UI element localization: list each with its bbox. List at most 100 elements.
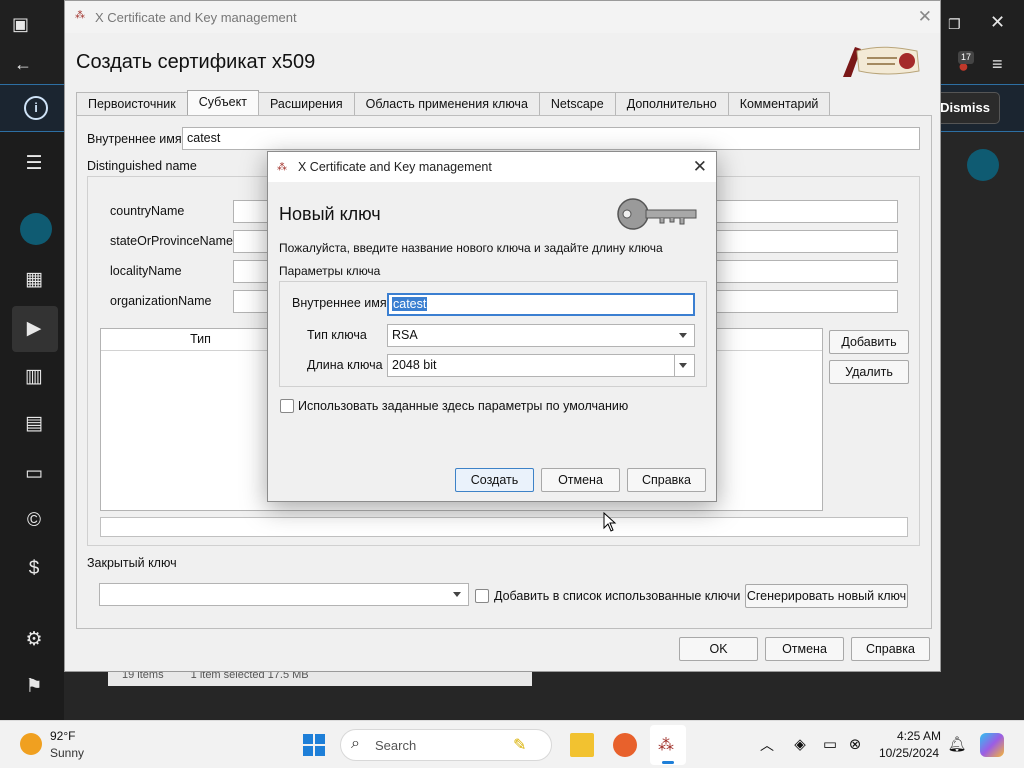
use-defaults-checkbox[interactable] (280, 399, 294, 413)
locality-name-label: localityName (110, 264, 182, 278)
private-key-select[interactable] (99, 583, 469, 606)
ok-button[interactable]: OK (679, 637, 758, 661)
tab-extensions[interactable]: Расширения (257, 92, 355, 116)
app-logo-icon: ⁂ (75, 10, 85, 21)
network-icon[interactable]: ◈ (788, 733, 812, 757)
display-icon[interactable]: ▭ (818, 733, 842, 757)
modal-internal-name-label: Внутреннее имя (292, 296, 387, 310)
chevron-down-icon (679, 333, 687, 338)
notification-bell-icon[interactable]: 🔔︎ (945, 733, 969, 757)
copyright-icon[interactable]: © (22, 509, 46, 533)
state-name-label: stateOrProvinceName (110, 234, 233, 248)
close-icon[interactable]: ✕ (918, 7, 932, 27)
modal-cancel-button[interactable]: Отмена (541, 468, 620, 492)
modal-description: Пожалуйста, введите название нового ключ… (279, 241, 663, 255)
key-type-label: Тип ключа (307, 328, 367, 342)
tab-bar: Первоисточник Субъект Расширения Область… (76, 90, 831, 116)
tab-netscape[interactable]: Netscape (538, 92, 616, 116)
copilot-icon[interactable] (980, 733, 1004, 757)
menu-icon[interactable]: ≡ (992, 54, 1003, 74)
right-circle-button[interactable] (967, 149, 999, 181)
subtitles-icon[interactable]: ▭ (22, 462, 46, 486)
xca-taskbar-button[interactable]: ⁂ (650, 725, 686, 765)
file-explorer-icon[interactable] (570, 733, 594, 757)
window-title: X Certificate and Key management (95, 10, 297, 25)
add-to-used-keys-label: Добавить в список использованные ключи (494, 589, 741, 603)
xca-app-icon: ⁂ (658, 737, 674, 754)
modal-window-title: X Certificate and Key management (298, 160, 492, 174)
title-bar: ⁂ X Certificate and Key management ✕ (65, 1, 940, 33)
close-icon[interactable]: ✕ (693, 157, 707, 177)
add-button[interactable]: Добавить (829, 330, 909, 354)
weather-description[interactable]: Sunny (50, 746, 84, 760)
restore-window-icon[interactable]: ❐ (948, 14, 961, 34)
generate-key-button[interactable]: Сгенерировать новый ключ (745, 584, 908, 608)
internal-name-label: Внутреннее имя (87, 132, 182, 146)
xca-logo-icon (843, 46, 920, 77)
info-icon: i (24, 96, 48, 120)
distinguished-name-label: Distinguished name (87, 159, 197, 173)
selected-text: catest (392, 297, 428, 311)
hamburger-icon[interactable]: ☰ (22, 152, 46, 176)
mouse-cursor-icon (603, 512, 617, 532)
key-icon (617, 198, 697, 230)
settings-icon[interactable]: ⚙ (22, 628, 46, 652)
volume-icon[interactable]: ⊗ (843, 733, 867, 757)
taskbar-search-box[interactable]: ⌕ Search ✎ (340, 729, 552, 761)
page-title: Создать сертификат x509 (76, 51, 316, 73)
tab-subject[interactable]: Субъект (186, 90, 259, 116)
chevron-down-icon (453, 592, 461, 597)
clock-date[interactable]: 10/25/2024 (879, 746, 939, 760)
search-icon: ⌕ (351, 735, 360, 752)
close-window-icon[interactable]: ✕ (990, 12, 1005, 32)
tab-archive-icon[interactable]: ▣ (12, 14, 29, 34)
tab-source[interactable]: Первоисточник (76, 92, 188, 116)
play-icon[interactable]: ▶ (22, 317, 46, 341)
key-length-combobox[interactable]: 2048 bit (387, 354, 695, 377)
analytics-icon[interactable]: ▥ (22, 365, 46, 389)
tab-advanced[interactable]: Дополнительно (614, 92, 729, 116)
key-type-value: RSA (392, 328, 418, 342)
add-to-used-keys-checkbox[interactable] (475, 589, 489, 603)
taskbar: 92°F Sunny ⌕ Search ✎ ⁂ ︿ ◈ ▭ ⊗ 4:25 AM … (0, 720, 1024, 768)
modal-title-bar: ⁂ X Certificate and Key management ✕ (268, 152, 716, 182)
earn-icon[interactable]: $ (22, 557, 46, 581)
comments-icon[interactable]: ▤ (22, 412, 46, 436)
key-params-group: Внутреннее имя catest Тип ключа RSA Длин… (279, 281, 707, 387)
tab-key-usage[interactable]: Область применения ключа (353, 92, 540, 116)
delete-button[interactable]: Удалить (829, 360, 909, 384)
modal-internal-name-field[interactable]: catest (387, 293, 695, 316)
windows-start-icon[interactable] (302, 733, 326, 757)
firefox-icon[interactable] (613, 733, 637, 757)
tab-comment[interactable]: Комментарий (727, 92, 831, 116)
back-arrow-icon[interactable]: ← (14, 54, 32, 74)
key-length-label: Длина ключа (307, 358, 383, 372)
feedback-icon[interactable]: ⚑ (22, 675, 46, 699)
search-highlight-icon: ✎ (513, 737, 527, 754)
help-button[interactable]: Справка (851, 637, 930, 661)
dn-scrollbar[interactable] (100, 517, 908, 537)
cancel-button[interactable]: Отмена (765, 637, 844, 661)
private-key-label: Закрытый ключ (87, 556, 177, 570)
create-button[interactable]: Создать (455, 468, 534, 492)
modal-heading: Новый ключ (279, 204, 381, 224)
key-params-label: Параметры ключа (279, 264, 381, 278)
country-name-label: countryName (110, 204, 185, 218)
weather-temperature[interactable]: 92°F (50, 729, 75, 743)
search-placeholder: Search (375, 738, 417, 753)
organization-name-label: organizationName (110, 294, 212, 308)
key-type-select[interactable]: RSA (387, 324, 695, 347)
internal-name-field[interactable]: catest (182, 127, 920, 150)
app-logo-icon: ⁂ (277, 162, 287, 173)
new-key-dialog: ⁂ X Certificate and Key management ✕ Нов… (267, 151, 717, 502)
dashboard-icon[interactable]: ▦ (22, 268, 46, 292)
sidebar-avatar[interactable] (20, 213, 52, 245)
clock-time[interactable]: 4:25 AM (897, 729, 941, 743)
chevron-down-icon (679, 363, 687, 368)
notification-badge: 17 (958, 51, 974, 64)
modal-help-button[interactable]: Справка (627, 468, 706, 492)
chevron-up-icon[interactable]: ︿ (755, 733, 779, 757)
active-indicator (662, 761, 674, 764)
use-defaults-label: Использовать заданные здесь параметры по… (298, 399, 629, 413)
weather-sun-icon[interactable] (20, 733, 42, 755)
